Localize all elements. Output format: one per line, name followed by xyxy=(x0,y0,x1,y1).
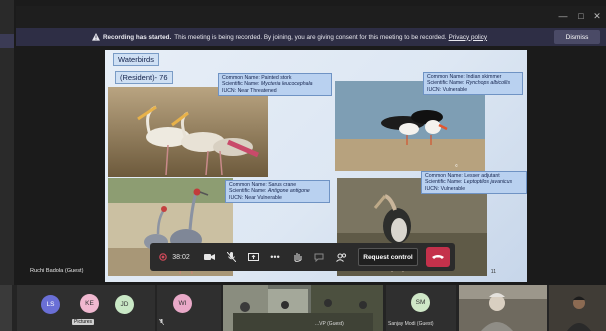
participant-video-tile[interactable] xyxy=(459,285,547,331)
recording-status: Recording has started. xyxy=(103,33,172,41)
privacy-policy-link[interactable]: Privacy policy xyxy=(449,34,488,41)
bird-iucn-status: IUCN: Near Threatened xyxy=(222,87,277,94)
participant-video-tile[interactable]: ...VP (Guest) xyxy=(223,285,383,331)
avatar: WI xyxy=(173,294,192,313)
minimize-icon[interactable]: — xyxy=(558,11,568,21)
maximize-icon[interactable]: □ xyxy=(576,11,586,21)
video-feed xyxy=(459,285,547,331)
avatar: SM xyxy=(411,293,430,312)
bird-iucn-status: IUCN: Vulnerable xyxy=(427,86,468,93)
slide-resident-count: (Resident)- 76 xyxy=(115,71,173,84)
share-screen-icon[interactable] xyxy=(242,243,264,271)
mic-off-icon xyxy=(159,319,164,325)
participant-group-tile[interactable]: LS KE Pictures JD xyxy=(17,285,155,331)
avatar: KE xyxy=(80,294,99,313)
teams-meeting-window: — □ ✕ Recording has started. This meetin… xyxy=(0,0,606,331)
bird-scientific-name: Scientific Name: Rynchops albicollis xyxy=(427,80,511,87)
phone-hangup-icon xyxy=(432,255,444,259)
raise-hand-icon[interactable] xyxy=(286,243,308,271)
avatar: LS xyxy=(41,295,60,314)
participant-tile[interactable]: WI xyxy=(157,285,221,331)
presenter-name: Ruchi Badola (Guest) xyxy=(30,268,84,274)
video-feed xyxy=(549,285,606,331)
bird-scientific-name: Scientific Name: Mycteria leucocephala xyxy=(222,81,313,88)
sarus-crane-info: Common Name: Sarus crane Scientific Name… xyxy=(225,180,330,204)
participant-name: ...VP (Guest) xyxy=(315,321,344,327)
mic-muted-icon[interactable] xyxy=(220,243,242,271)
bird-scientific-name: Scientific Name: Leptoptilos javanicus xyxy=(425,179,513,186)
camera-toggle-icon[interactable] xyxy=(198,243,220,271)
dismiss-button[interactable]: Dismiss xyxy=(554,30,600,44)
close-icon[interactable]: ✕ xyxy=(592,11,602,21)
participant-name: Sanjay Modi (Guest) xyxy=(388,321,434,327)
participant-strip: LS KE Pictures JD WI ...VP (Guest) SM Sa… xyxy=(0,285,606,331)
slide-page-number: 11 xyxy=(490,269,496,275)
participants-icon[interactable] xyxy=(330,243,352,271)
svg-text:©: © xyxy=(455,163,458,168)
hang-up-button[interactable] xyxy=(426,247,450,267)
painted-stork-photo xyxy=(108,87,268,177)
recording-indicator-icon xyxy=(156,243,170,271)
participant-label: Pictures xyxy=(72,319,95,325)
request-control-button[interactable]: Request control xyxy=(358,248,418,266)
meeting-control-bar: 38:02 ••• Request control xyxy=(150,243,455,271)
indian-skimmer-info: Common Name: Indian skimmer Scientific N… xyxy=(423,72,523,96)
video-feed xyxy=(223,285,383,331)
avatar: JD xyxy=(115,295,134,314)
recording-message: This meeting is being recorded. By joini… xyxy=(174,33,447,41)
recording-banner: Recording has started. This meeting is b… xyxy=(16,28,606,46)
warning-icon xyxy=(92,33,100,41)
lesser-adjutant-info: Common Name: Lesser adjutant Scientific … xyxy=(421,171,527,195)
participant-video-tile[interactable] xyxy=(549,285,606,331)
bird-iucn-status: IUCN: Vulnerable xyxy=(425,185,466,192)
adjacent-window xyxy=(0,0,14,285)
participant-tile-edge xyxy=(0,285,12,331)
adjacent-window-bar xyxy=(0,34,14,48)
painted-stork-info: Common Name: Painted stork Scientific Na… xyxy=(218,73,332,97)
slide-category-tag: Waterbirds xyxy=(113,53,159,66)
window-titlebar: — □ ✕ xyxy=(16,6,606,28)
meeting-timer: 38:02 xyxy=(172,253,190,261)
participant-tile[interactable]: SM Sanjay Modi (Guest) xyxy=(386,285,456,331)
more-actions-icon[interactable]: ••• xyxy=(264,243,286,271)
chat-icon[interactable] xyxy=(308,243,330,271)
bird-iucn-status: IUCN: Near Vulnerable xyxy=(229,194,282,201)
